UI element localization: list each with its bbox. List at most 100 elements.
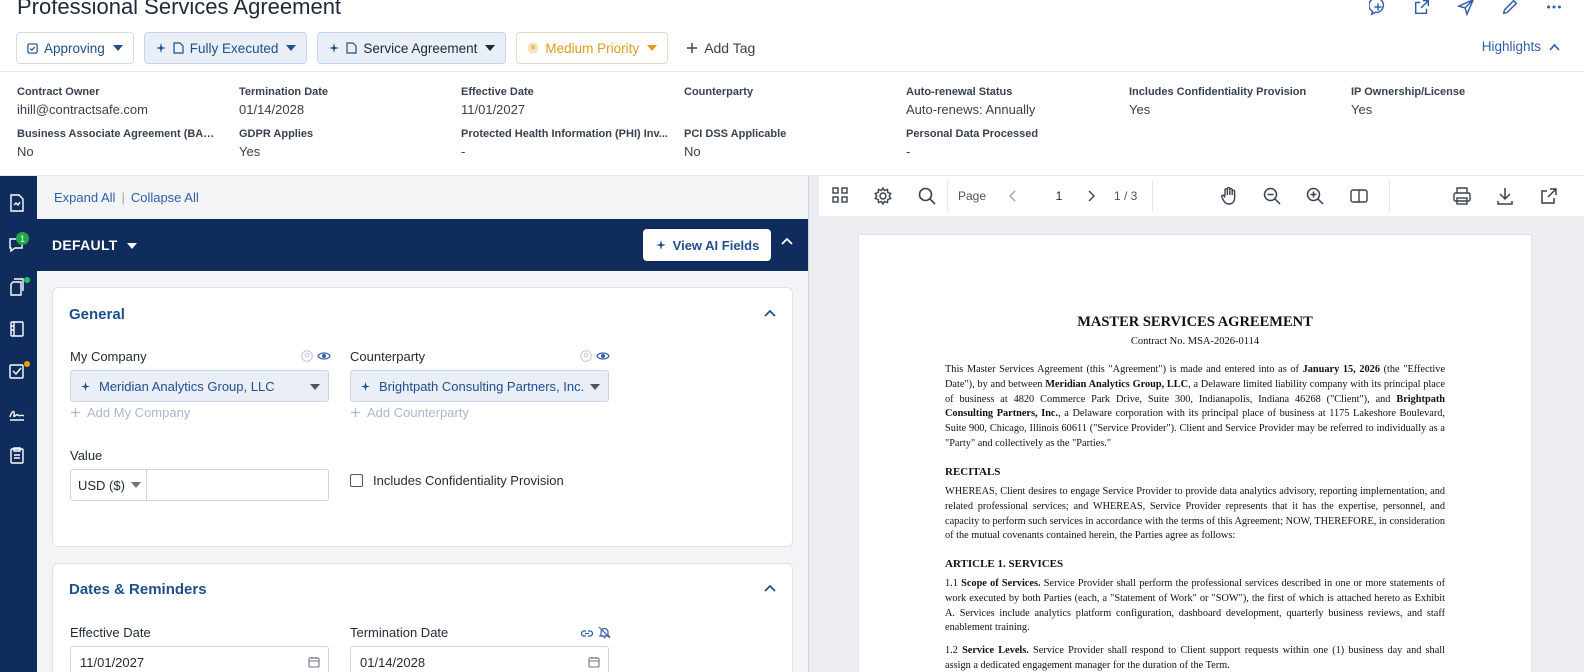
send-icon[interactable] — [1456, 0, 1476, 17]
book-icon[interactable] — [8, 320, 28, 340]
meta-value: - — [906, 144, 911, 159]
highlights-toggle[interactable]: Highlights — [1482, 39, 1560, 54]
value-input-group: USD ($) — [70, 469, 329, 501]
sparkle-icon — [80, 381, 91, 392]
zoom-out-icon[interactable] — [1262, 186, 1282, 206]
confidentiality-checkbox-label: Includes Confidentiality Provision — [373, 473, 564, 488]
page-input[interactable]: 1 — [1046, 189, 1072, 203]
chevron-down-icon[interactable] — [126, 243, 137, 249]
view-ai-fields-button[interactable]: View AI Fields — [643, 229, 771, 261]
termination-date-input[interactable]: 01/14/2028 — [350, 646, 609, 672]
section-1-1: 1.1 Scope of Services. Service Provider … — [945, 577, 1445, 636]
meta-label: Includes Confidentiality Provision — [1129, 86, 1307, 98]
termination-date-label: Termination Date — [350, 625, 449, 640]
print-icon[interactable] — [1452, 186, 1472, 206]
currency-select[interactable]: USD ($) — [71, 470, 147, 500]
tasks-icon[interactable] — [8, 361, 30, 382]
meta-label: Counterparty — [684, 86, 754, 98]
my-company-select[interactable]: Meridian Analytics Group, LLC — [70, 370, 329, 402]
type-chip[interactable]: Service Agreement — [317, 32, 507, 64]
chevron-up-icon[interactable] — [764, 584, 776, 592]
open-external-icon[interactable] — [1539, 186, 1559, 206]
checkbox-box[interactable] — [350, 474, 363, 487]
meta-phi: Protected Health Information (PHI) Inv..… — [461, 128, 671, 159]
collapse-all-link[interactable]: Collapse All — [131, 190, 199, 205]
status-dot — [24, 361, 30, 367]
download-icon[interactable] — [1495, 186, 1515, 206]
sparkle-icon — [328, 42, 340, 54]
intro-paragraph: This Master Services Agreement (this "Ag… — [945, 363, 1445, 452]
effective-date-input[interactable]: 11/01/2027 — [70, 646, 329, 672]
documents-copy-icon[interactable] — [8, 277, 30, 298]
meta-label: IP Ownership/License — [1351, 86, 1466, 98]
edit-icon[interactable] — [1500, 0, 1520, 17]
document-viewer: Page 1 1 / 3 MASTER SERVICES AGREEMENT C… — [808, 176, 1584, 672]
previous-page-icon[interactable] — [1005, 188, 1025, 208]
notification-badge: 1 — [16, 232, 29, 245]
comments-icon[interactable]: 1 — [8, 232, 29, 256]
meta-value: Yes — [239, 144, 261, 159]
header-actions — [1368, 0, 1564, 17]
chevron-up-icon[interactable] — [764, 309, 776, 317]
pan-hand-icon[interactable] — [1219, 186, 1239, 206]
link-icon[interactable] — [580, 627, 594, 639]
text: January 15, 2026 — [1302, 364, 1380, 375]
counterparty-select[interactable]: Brightpath Consulting Partners, Inc. — [350, 370, 609, 402]
priority-chip-label: Medium Priority — [545, 40, 640, 56]
text: 1.2 — [945, 645, 963, 656]
eye-icon[interactable] — [317, 351, 331, 361]
status-chips: Approving Fully Executed Service Agreeme… — [16, 32, 755, 64]
grid-icon[interactable] — [831, 186, 851, 206]
text: This Master Services Agreement (this "Ag… — [945, 364, 1303, 375]
field-group-header[interactable]: DEFAULT View AI Fields — [37, 219, 808, 271]
section-title: General — [69, 306, 125, 323]
confidentiality-checkbox[interactable]: Includes Confidentiality Provision — [350, 473, 564, 488]
calendar-icon[interactable] — [588, 656, 600, 668]
page-count: 1 / 3 — [1114, 189, 1138, 203]
status-chip[interactable]: Approving — [16, 32, 134, 64]
bell-off-icon[interactable] — [598, 626, 611, 639]
chevron-down-icon — [112, 45, 123, 51]
meta-label: Contract Owner — [17, 86, 100, 98]
value-input[interactable] — [148, 470, 328, 500]
zoom-in-icon[interactable] — [1305, 186, 1325, 206]
meta-pci: PCI DSS Applicable No — [684, 128, 904, 159]
article-heading: ARTICLE 1. SERVICES — [945, 558, 1064, 570]
meta-value: 01/14/2028 — [239, 102, 305, 117]
text: 1.1 — [945, 578, 962, 589]
chevron-up-icon[interactable] — [781, 237, 793, 245]
search-icon[interactable] — [917, 186, 937, 206]
calendar-icon[interactable] — [308, 656, 320, 668]
add-my-company-button[interactable]: Add My Company — [70, 405, 190, 420]
execution-chip[interactable]: Fully Executed — [143, 32, 308, 64]
add-counterparty-button[interactable]: Add Counterparty — [350, 405, 469, 420]
highlights-panel: Contract Owner ihill@contractsafe.com Ter… — [0, 72, 1584, 176]
next-page-icon[interactable] — [1083, 188, 1103, 208]
priority-chip[interactable]: Medium Priority — [516, 32, 669, 64]
chevron-down-icon — [310, 384, 320, 390]
counterparty-visibility — [580, 350, 610, 362]
status-dot — [24, 277, 30, 283]
text: Service Levels. — [962, 645, 1029, 656]
gear-icon[interactable] — [873, 186, 893, 206]
chevron-down-icon — [130, 482, 141, 488]
two-page-view-icon[interactable] — [1349, 186, 1369, 206]
sparkle-icon — [360, 381, 371, 392]
meta-value: Auto-renews: Annually — [906, 102, 1036, 117]
signature-icon[interactable] — [8, 404, 28, 424]
ai-chat-icon[interactable] — [1368, 0, 1388, 17]
user-icon[interactable] — [580, 350, 592, 362]
open-external-icon[interactable] — [1412, 0, 1432, 17]
expand-all-link[interactable]: Expand All — [54, 190, 115, 205]
meta-label: Effective Date — [461, 86, 534, 98]
my-company-label: My Company — [70, 349, 147, 364]
left-rail: 1 — [0, 176, 37, 672]
add-tag-button[interactable]: Add Tag — [686, 40, 755, 56]
user-icon[interactable] — [301, 350, 313, 362]
document-nav-icon[interactable] — [8, 194, 28, 214]
clipboard-icon[interactable] — [8, 446, 28, 466]
meta-label: Protected Health Information (PHI) Inv..… — [461, 128, 668, 140]
eye-icon[interactable] — [596, 351, 610, 361]
execution-chip-label: Fully Executed — [189, 40, 279, 56]
more-icon[interactable] — [1544, 0, 1564, 17]
